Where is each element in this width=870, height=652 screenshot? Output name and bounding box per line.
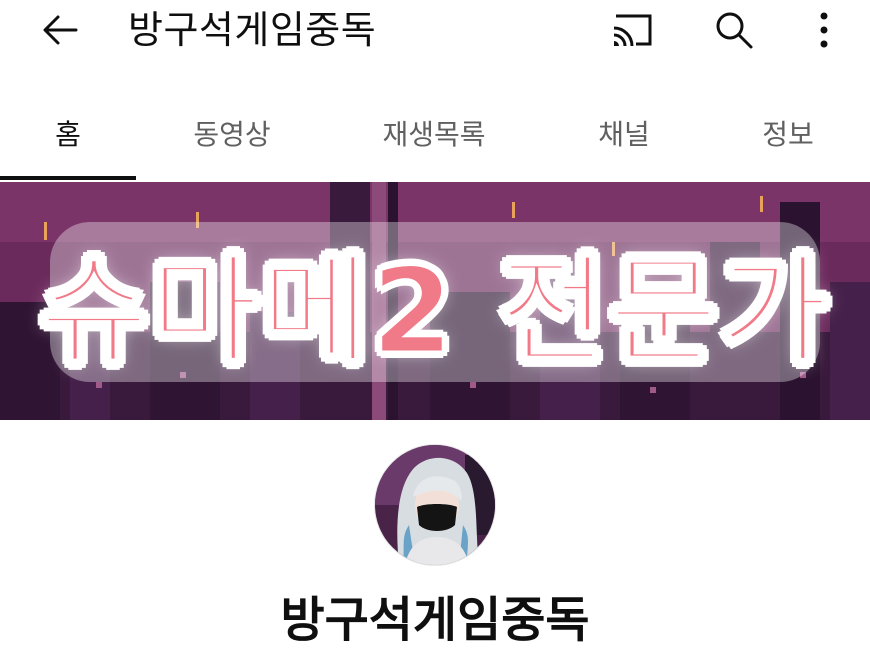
more-vertical-icon [820, 12, 828, 48]
active-tab-indicator [0, 176, 136, 180]
tab-videos[interactable]: 동영상 [152, 88, 312, 178]
top-app-bar: 방구석게임중독 [0, 0, 870, 64]
channel-banner: 슈마메2 전문가 [0, 182, 870, 420]
cast-icon [613, 14, 652, 47]
channel-name: 방구석게임중독 [280, 592, 590, 648]
avatar-image [375, 445, 495, 565]
page-title: 방구석게임중독 [128, 8, 377, 52]
channel-tabs: 홈 동영상 재생목록 채널 정보 [0, 88, 870, 182]
cast-button[interactable] [604, 2, 660, 58]
back-arrow-icon [43, 15, 78, 45]
search-icon [716, 12, 753, 49]
tab-home[interactable]: 홈 [0, 88, 136, 178]
tab-channels[interactable]: 채널 [560, 88, 688, 178]
search-button[interactable] [706, 2, 762, 58]
back-button[interactable] [32, 2, 88, 58]
channel-avatar[interactable] [374, 444, 496, 566]
more-options-button[interactable] [796, 2, 852, 58]
tab-about[interactable]: 정보 [720, 88, 856, 178]
banner-title: 슈마메2 전문가 [38, 240, 831, 381]
tab-playlists[interactable]: 재생목록 [340, 88, 528, 178]
